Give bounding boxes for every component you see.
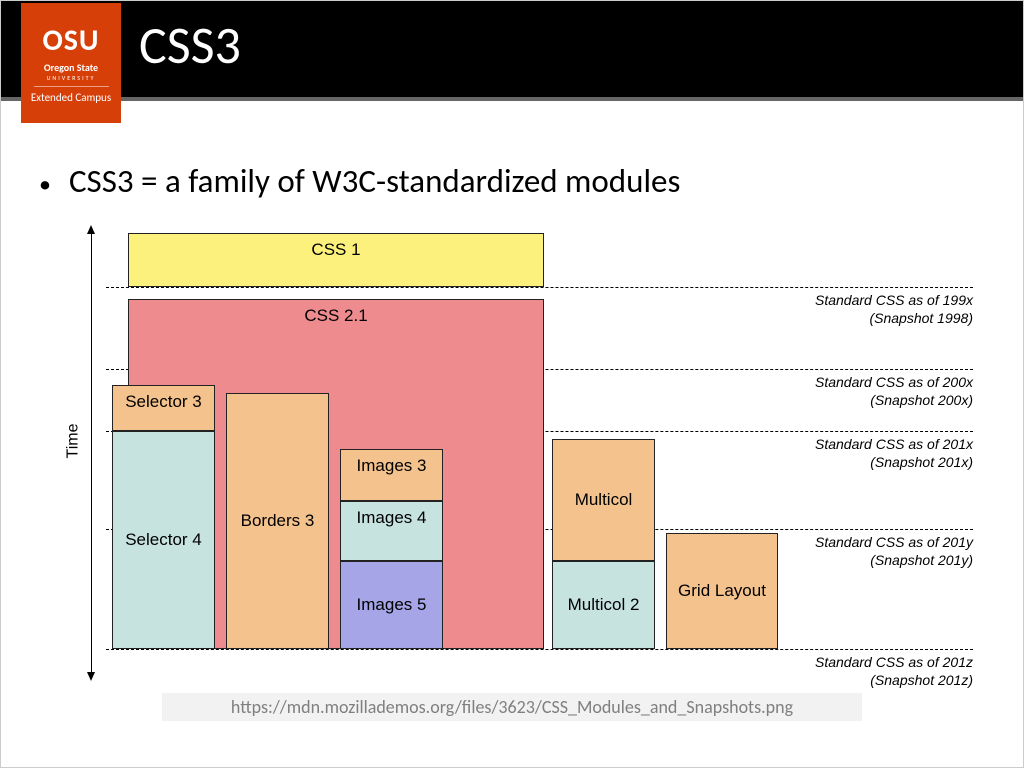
block-selector3: Selector 3 [112,385,215,431]
snapshot-label-201y: Standard CSS as of 201y(Snapshot 201y) [815,533,973,569]
snapshot-label-199x: Standard CSS as of 199x(Snapshot 1998) [815,291,973,327]
block-images5: Images 5 [340,561,443,649]
block-multicol2: Multicol 2 [552,561,655,649]
block-selector4: Selector 4 [112,431,215,649]
snapshot-label-201x: Standard CSS as of 201x(Snapshot 201x) [815,435,973,471]
logo-sub1: Oregon State [44,61,98,74]
snapshot-label-200x: Standard CSS as of 200x(Snapshot 200x) [815,373,973,409]
snapshot-line-199x: Standard CSS as of 199x(Snapshot 1998) [106,287,973,288]
logo-sub3: Extended Campus [31,91,111,104]
snapshot-label-201z: Standard CSS as of 201z(Snapshot 201z) [815,653,973,689]
slide-body: • CSS3 = a family of W3C-standardized mo… [1,101,1023,731]
block-multicol: Multicol [552,439,655,561]
chart-area: Standard CSS as of 199x(Snapshot 1998) S… [106,221,973,661]
block-images3: Images 3 [340,449,443,501]
css-timeline-diagram: Time Standard CSS as of 199x(Snapshot 19… [51,221,973,691]
block-grid: Grid Layout [666,533,778,649]
osu-logo: OSU Oregon State UNIVERSITY Extended Cam… [21,3,121,123]
bullet-marker-icon: • [39,170,51,199]
bullet-text: CSS3 = a family of W3C-standardized modu… [69,161,680,201]
y-axis-label: Time [65,424,83,459]
block-borders3: Borders 3 [226,393,329,649]
y-axis-arrow-icon [91,233,92,673]
snapshot-line-201z: Standard CSS as of 201z(Snapshot 201z) [106,649,973,650]
source-url: https://mdn.mozillademos.org/files/3623/… [162,693,862,721]
logo-sub2: UNIVERSITY [34,74,109,87]
block-images4: Images 4 [340,501,443,561]
bullet-1: • CSS3 = a family of W3C-standardized mo… [31,161,993,201]
block-css1: CSS 1 [128,233,544,287]
logo-main: OSU [42,22,99,59]
y-axis: Time [51,221,96,661]
slide-header: OSU Oregon State UNIVERSITY Extended Cam… [1,1,1023,101]
slide-title: CSS3 [139,13,241,77]
